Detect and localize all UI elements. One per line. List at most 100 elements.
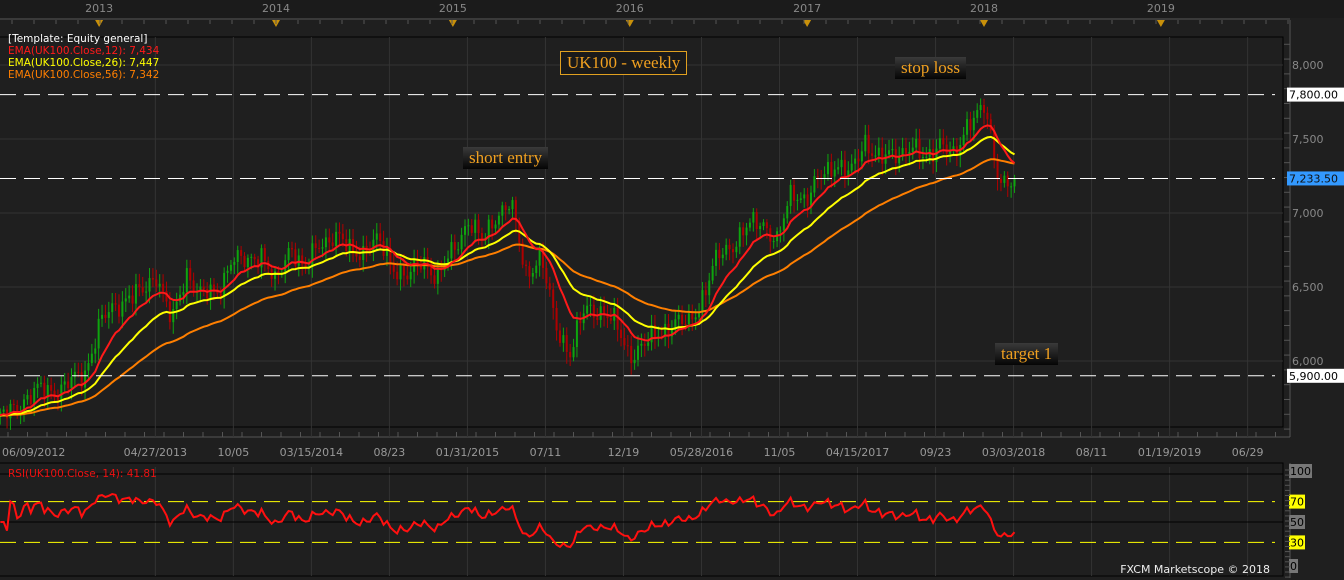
candle-body	[33, 388, 36, 405]
candle-body	[762, 222, 765, 227]
legend: [Template: Equity general] EMA(UK100.Clo…	[8, 33, 159, 81]
rsi-level-label: 50	[1290, 516, 1304, 529]
price-label: 7,233.50	[1289, 172, 1338, 185]
candle-body	[148, 278, 151, 292]
candle-body	[562, 335, 565, 343]
candle-body	[60, 384, 63, 400]
candle-body	[966, 119, 969, 135]
candle-body	[314, 243, 317, 248]
candle-body	[253, 256, 256, 260]
candle-body	[711, 265, 714, 281]
candle-body	[175, 301, 178, 309]
candle-body	[976, 110, 979, 118]
year-marker-icon	[95, 20, 104, 27]
candle-body	[430, 266, 433, 276]
candle-body	[918, 138, 921, 159]
candle-body	[155, 279, 158, 287]
candle-body	[50, 385, 53, 391]
candle-body	[969, 119, 972, 131]
year-marker-icon	[1156, 20, 1165, 27]
candle-body	[399, 264, 402, 280]
candle-body	[101, 314, 104, 319]
candle-body	[765, 222, 768, 229]
x-tick-label: 04/27/2013	[124, 446, 187, 459]
x-tick-label: 06/09/2012	[2, 446, 65, 459]
candle-body	[630, 345, 633, 364]
x-tick-label: 06/29	[1232, 446, 1264, 459]
candle-body	[911, 147, 914, 153]
candle-body	[77, 371, 80, 373]
candle-body	[738, 227, 741, 247]
candle-body	[182, 292, 185, 295]
candle-body	[36, 383, 39, 389]
candle-body	[715, 249, 718, 266]
candle-body	[626, 345, 629, 347]
candle-body	[90, 353, 93, 364]
short-entry-annotation: short entry	[463, 147, 549, 169]
candle-body	[433, 275, 436, 284]
candle-body	[996, 158, 999, 179]
candle-body	[589, 304, 592, 306]
candle-body	[640, 343, 643, 346]
candle-body	[141, 287, 144, 293]
candle-body	[535, 265, 538, 273]
candle-body	[233, 262, 236, 265]
candle-body	[555, 307, 558, 331]
candle-body	[789, 184, 792, 206]
rsi-level-label: 0	[1290, 560, 1297, 573]
candle-body	[772, 241, 775, 243]
candle-body	[881, 147, 884, 164]
price-chart[interactable]: 2013 2014 2015 2016 2017 2018 2019 06/09/2012 04…	[0, 0, 1344, 580]
candle-body	[694, 317, 697, 320]
candle-body	[708, 280, 711, 296]
candle-body	[857, 158, 860, 162]
copyright: FXCM Marketscope © 2018	[1120, 563, 1270, 576]
rsi-level-label: 100	[1290, 465, 1311, 478]
candle-body	[545, 267, 548, 284]
candle-body	[782, 218, 785, 231]
candle-body	[752, 212, 755, 223]
candle-body	[748, 222, 751, 228]
ema56-label: EMA(UK100.Close,56): 7,342	[8, 69, 160, 81]
x-tick-label: 08/23	[374, 446, 406, 459]
candle-body	[633, 359, 636, 364]
candle-body	[409, 271, 412, 280]
candle-body	[134, 284, 137, 304]
candle-body	[687, 313, 690, 325]
candle-body	[793, 184, 796, 201]
candle-body	[450, 242, 453, 259]
candle-body	[609, 318, 612, 321]
candle-body	[504, 205, 507, 210]
candle-body	[728, 244, 731, 250]
candle-body	[117, 304, 120, 317]
candle-body	[240, 250, 243, 256]
rsi-level-label: 70	[1290, 496, 1304, 509]
candle-body	[945, 144, 948, 154]
candle-body	[246, 257, 249, 268]
candle-body	[104, 314, 107, 318]
candle-body	[84, 370, 87, 388]
candle-body	[599, 306, 602, 320]
candle-body	[684, 323, 687, 325]
candle-body	[558, 330, 561, 343]
candle-body	[263, 248, 266, 261]
candle-body	[12, 403, 15, 406]
candle-body	[212, 284, 215, 290]
candle-body	[128, 295, 131, 299]
candle-body	[843, 159, 846, 177]
rsi-panel-frame	[0, 462, 1284, 577]
candle-body	[453, 242, 456, 250]
ema-56-line	[0, 158, 1015, 417]
candle-body	[871, 153, 874, 156]
candle-body	[63, 381, 66, 385]
candle-body	[620, 329, 623, 339]
candle-body	[718, 249, 721, 259]
candle-body	[799, 198, 802, 200]
stop-loss-annotation: stop loss	[895, 57, 967, 79]
candle-body	[250, 256, 253, 258]
candle-body	[796, 199, 799, 201]
candle-body	[809, 192, 812, 206]
candle-body	[331, 242, 334, 247]
candle-body	[904, 148, 907, 154]
candle-body	[860, 151, 863, 162]
